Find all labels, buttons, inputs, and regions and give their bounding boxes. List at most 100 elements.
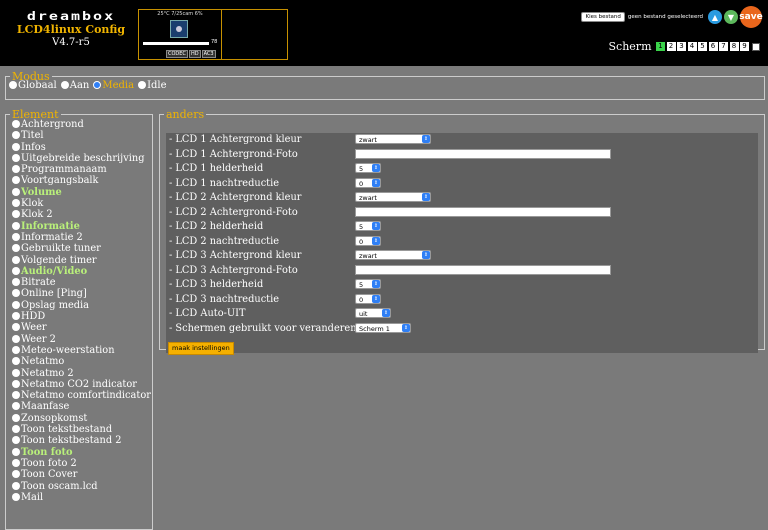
radio-icon[interactable]	[12, 447, 20, 456]
screen-button-1[interactable]: 1	[656, 42, 665, 51]
element-item[interactable]: Weer 2	[12, 334, 152, 345]
radio-icon[interactable]	[12, 300, 20, 309]
radio-icon[interactable]	[12, 255, 20, 264]
element-item[interactable]: Volgende timer	[12, 255, 152, 266]
element-item[interactable]: Achtergrond	[12, 119, 152, 130]
radio-icon[interactable]	[12, 165, 20, 174]
select-arrow-icon[interactable]: ⇕	[422, 251, 430, 259]
modus-option-media[interactable]: Media	[93, 80, 134, 91]
download-icon[interactable]: ▼	[724, 10, 738, 24]
radio-icon[interactable]	[12, 244, 20, 253]
element-item[interactable]: Toon foto	[12, 447, 152, 458]
select-arrow-icon[interactable]: ⇕	[422, 193, 430, 201]
element-item[interactable]: Opslag media	[12, 300, 152, 311]
element-item[interactable]: Netatmo	[12, 356, 152, 367]
radio-icon[interactable]	[12, 232, 20, 241]
radio-icon[interactable]	[12, 481, 20, 490]
settings-text-input[interactable]	[355, 206, 611, 217]
element-item[interactable]: Toon foto 2	[12, 458, 152, 469]
element-item[interactable]: Titel	[12, 130, 152, 141]
settings-select[interactable]: 5 ⇕	[355, 279, 381, 289]
radio-icon[interactable]	[60, 81, 69, 89]
radio-icon[interactable]	[12, 357, 20, 366]
select-arrow-icon[interactable]: ⇕	[372, 178, 380, 187]
element-item[interactable]: Volume	[12, 187, 152, 198]
screen-all-checkbox[interactable]	[752, 42, 760, 51]
radio-icon[interactable]	[12, 323, 20, 332]
screen-button-2[interactable]: 2	[666, 42, 676, 51]
element-item[interactable]: Netatmo CO2 indicator	[12, 379, 152, 390]
element-item[interactable]: Online [Ping]	[12, 288, 152, 299]
screen-button-9[interactable]: 9	[740, 42, 749, 51]
element-item[interactable]: Gebruikte tuner	[12, 243, 152, 254]
radio-icon[interactable]	[12, 334, 20, 343]
element-item[interactable]: Klok 2	[12, 209, 152, 220]
screen-button-6[interactable]: 6	[708, 42, 718, 51]
radio-icon[interactable]	[12, 289, 20, 298]
settings-select[interactable]: 5 ⇕	[355, 163, 381, 173]
element-item[interactable]: Zonsopkomst	[12, 413, 152, 424]
element-item[interactable]: Mail	[12, 492, 152, 503]
element-item[interactable]: Netatmo comfortindicator	[12, 390, 152, 401]
element-item[interactable]: Informatie	[12, 221, 152, 232]
select-arrow-icon[interactable]: ⇕	[372, 164, 380, 172]
element-item[interactable]: Klok	[12, 198, 152, 209]
radio-icon[interactable]	[138, 81, 147, 89]
radio-icon[interactable]	[12, 153, 20, 162]
radio-icon[interactable]	[12, 413, 20, 422]
upload-icon[interactable]: ▲	[708, 10, 722, 24]
element-item[interactable]: Weer	[12, 322, 152, 333]
element-item[interactable]: Toon oscam.lcd	[12, 481, 152, 492]
radio-icon[interactable]	[12, 120, 20, 128]
element-item[interactable]: HDD	[12, 311, 152, 322]
element-item[interactable]: Toon Cover	[12, 469, 152, 480]
settings-select[interactable]: 5 ⇕	[355, 221, 381, 231]
radio-icon[interactable]	[12, 266, 20, 275]
select-arrow-icon[interactable]: ⇕	[372, 294, 380, 303]
element-item[interactable]: Voortgangsbalk	[12, 175, 152, 186]
select-arrow-icon[interactable]: ⇕	[422, 135, 430, 143]
element-item[interactable]: Netatmo 2	[12, 368, 152, 379]
element-item[interactable]: Infos	[12, 142, 152, 153]
save-button[interactable]: save	[739, 6, 763, 28]
settings-select[interactable]: 0 ⇕	[355, 293, 381, 304]
radio-icon[interactable]	[12, 492, 20, 501]
settings-select[interactable]: zwart ⇕	[355, 250, 431, 260]
screen-button-5[interactable]: 5	[698, 42, 707, 51]
radio-icon[interactable]	[12, 210, 20, 219]
radio-icon[interactable]	[12, 312, 20, 321]
radio-icon[interactable]	[12, 458, 20, 467]
settings-select[interactable]: uit ⇕	[355, 308, 391, 318]
element-item[interactable]: Bitrate	[12, 277, 152, 288]
element-item[interactable]: Uitgebreide beschrijving	[12, 153, 152, 164]
radio-icon[interactable]	[12, 391, 20, 400]
screen-button-8[interactable]: 8	[729, 42, 739, 51]
radio-icon[interactable]	[12, 425, 20, 434]
element-item[interactable]: Toon tekstbestand	[12, 424, 152, 435]
modus-option-aan[interactable]: Aan	[60, 80, 89, 91]
settings-select[interactable]: zwart ⇕	[355, 192, 431, 202]
select-arrow-icon[interactable]: ⇕	[372, 280, 380, 288]
radio-icon[interactable]	[9, 81, 17, 89]
element-item[interactable]: Toon tekstbestand 2	[12, 435, 152, 446]
radio-selected-icon[interactable]	[93, 81, 102, 89]
radio-icon[interactable]	[12, 199, 20, 208]
radio-icon[interactable]	[12, 142, 20, 151]
screen-button-7[interactable]: 7	[719, 42, 728, 51]
settings-select[interactable]: 0 ⇕	[355, 235, 381, 246]
radio-icon[interactable]	[12, 278, 20, 287]
element-item[interactable]: Programmanaam	[12, 164, 152, 175]
modus-option-globaal[interactable]: Globaal	[9, 80, 57, 91]
make-settings-button[interactable]: maak instellingen	[168, 342, 234, 355]
radio-icon[interactable]	[12, 436, 20, 445]
radio-icon[interactable]	[12, 187, 20, 196]
select-arrow-icon[interactable]: ⇕	[382, 309, 390, 317]
element-item[interactable]: Maanfase	[12, 401, 152, 412]
element-item[interactable]: Informatie 2	[12, 232, 152, 243]
radio-icon[interactable]	[12, 221, 20, 230]
radio-icon[interactable]	[12, 131, 20, 140]
settings-text-input[interactable]	[355, 148, 611, 159]
element-item[interactable]: Meteo-weerstation	[12, 345, 152, 356]
settings-select[interactable]: Scherm 1 ⇕	[355, 322, 411, 333]
settings-text-input[interactable]	[355, 264, 611, 275]
